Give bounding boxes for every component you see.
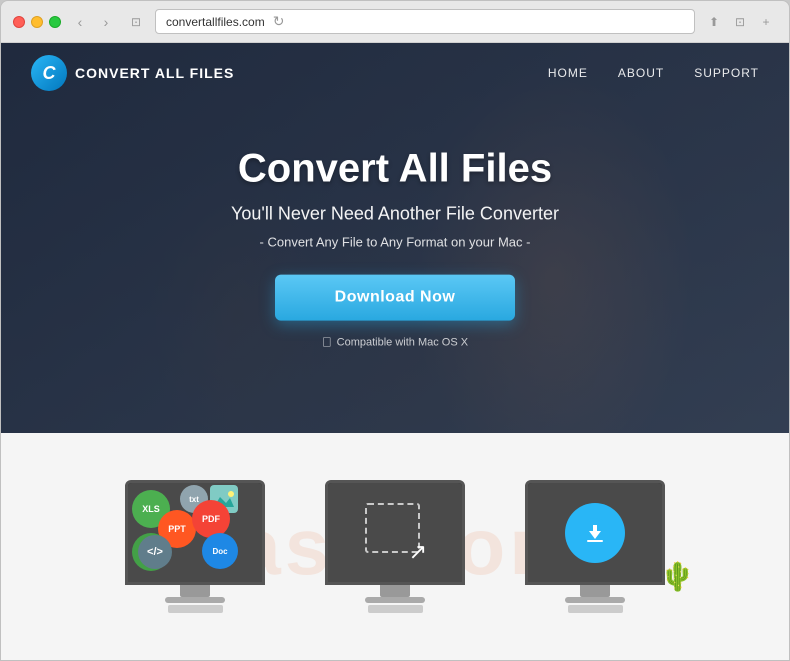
- logo-icon: C: [31, 55, 67, 91]
- address-text: convertallfiles.com: [166, 15, 265, 29]
- browser-titlebar: ‹ › ⊡ convertallfiles.com ↻ ⬆ ⊡ +: [1, 1, 789, 43]
- monitor-1: txt XLS PPT: [125, 480, 265, 585]
- lower-section: task.com txt: [1, 433, 789, 660]
- hero-tagline: - Convert Any File to Any Format on your…: [21, 235, 769, 250]
- share-icon[interactable]: ⬆: [703, 11, 725, 33]
- hero-subtitle: You'll Never Need Another File Converter: [21, 204, 769, 225]
- browser-content: C CONVERT ALL FILES HOME ABOUT SUPPORT C…: [1, 43, 789, 660]
- monitor-1-screen: txt XLS PPT: [128, 483, 262, 582]
- compatibility-text: Compatible with Mac OS X: [337, 336, 468, 348]
- monitor-1-container: txt XLS PPT: [125, 480, 265, 613]
- hero-title: Convert All Files: [21, 147, 769, 192]
- monitor-3-container: 🌵: [525, 480, 665, 613]
- monitor-3: [525, 480, 665, 585]
- nav-about[interactable]: ABOUT: [618, 66, 664, 80]
- nav-buttons: ‹ ›: [69, 11, 117, 33]
- back-button[interactable]: ‹: [69, 11, 91, 33]
- nav-home[interactable]: HOME: [548, 66, 588, 80]
- refresh-icon[interactable]: ↻: [273, 13, 285, 30]
- download-arrow-icon: [579, 517, 611, 549]
- nav-support[interactable]: SUPPORT: [694, 66, 759, 80]
- monitor-1-base: [165, 597, 225, 603]
- cactus-decoration: 🌵: [660, 560, 695, 593]
- pdf-badge: PDF: [192, 500, 230, 538]
- monitor-2-keyboard: [368, 605, 423, 613]
- address-bar[interactable]: convertallfiles.com ↻: [155, 9, 695, 34]
- forward-button[interactable]: ›: [95, 11, 117, 33]
- logo-text: CONVERT ALL FILES: [75, 65, 234, 81]
- browser-window: ‹ › ⊡ convertallfiles.com ↻ ⬆ ⊡ +: [0, 0, 790, 661]
- new-tab-icon[interactable]: ⊡: [729, 11, 751, 33]
- monitor-2: ↗: [325, 480, 465, 585]
- download-circle-icon: [565, 503, 625, 563]
- website: C CONVERT ALL FILES HOME ABOUT SUPPORT C…: [1, 43, 789, 660]
- apple-icon: : [322, 335, 332, 350]
- add-tab-button[interactable]: +: [755, 11, 777, 33]
- hero-section: C CONVERT ALL FILES HOME ABOUT SUPPORT C…: [1, 43, 789, 433]
- monitor-1-stand: [180, 585, 210, 597]
- traffic-lights: [13, 16, 61, 28]
- compatibility-notice:  Compatible with Mac OS X: [21, 335, 769, 350]
- maximize-button[interactable]: [49, 16, 61, 28]
- close-button[interactable]: [13, 16, 25, 28]
- monitor-2-screen: ↗: [328, 483, 462, 582]
- logo: C CONVERT ALL FILES: [31, 55, 234, 91]
- monitor-1-keyboard: [168, 605, 223, 613]
- doc-badge: Doc: [202, 533, 238, 569]
- monitor-2-container: ↗: [325, 480, 465, 613]
- code-badge: </>: [138, 535, 172, 569]
- monitor-3-stand: [580, 585, 610, 597]
- monitor-3-keyboard: [568, 605, 623, 613]
- select-icon: ↗: [355, 493, 435, 573]
- monitor-2-base: [365, 597, 425, 603]
- file-icons-cluster: txt XLS PPT: [130, 485, 260, 580]
- logo-letter: C: [43, 63, 56, 84]
- monitor-3-screen: [528, 483, 662, 582]
- minimize-button[interactable]: [31, 16, 43, 28]
- toolbar-right: ⬆ ⊡ +: [703, 11, 777, 33]
- monitor-3-base: [565, 597, 625, 603]
- cursor-arrow-icon: ↗: [409, 539, 427, 565]
- download-now-button[interactable]: Download Now: [275, 275, 516, 321]
- nav-links: HOME ABOUT SUPPORT: [548, 66, 759, 80]
- hero-content: Convert All Files You'll Never Need Anot…: [1, 147, 789, 350]
- monitor-2-stand: [380, 585, 410, 597]
- navbar: C CONVERT ALL FILES HOME ABOUT SUPPORT: [1, 43, 789, 103]
- tab-icon[interactable]: ⊡: [125, 11, 147, 33]
